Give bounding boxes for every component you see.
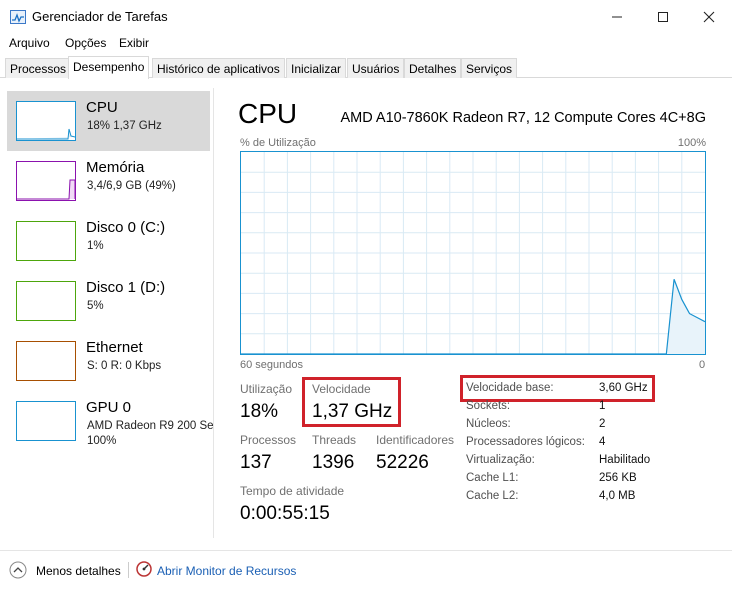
tab-desempenho[interactable]: Desempenho — [68, 56, 150, 79]
open-resource-monitor-link[interactable]: Abrir Monitor de Recursos — [157, 564, 296, 578]
memory-thumbnail-graph — [16, 161, 76, 201]
graph-time-label: 60 segundos — [240, 359, 303, 371]
sidebar-item-label: Disco 0 (C:) — [86, 219, 166, 236]
speed-value: 1,37 GHz — [312, 401, 393, 422]
info-value-logical-processors: 4 — [599, 436, 606, 448]
graph-min-label: 0 — [699, 359, 706, 371]
info-value-cache-l2: 4,0 MB — [599, 490, 636, 502]
graph-y-label: % de Utilização — [240, 137, 316, 149]
window-title: Gerenciador de Tarefas — [32, 9, 168, 24]
sidebar-item-label: Disco 1 (D:) — [86, 279, 166, 296]
cpu-usage-chart — [241, 152, 705, 354]
uptime-label: Tempo de atividade — [240, 484, 345, 498]
handles-label: Identificadores — [376, 433, 455, 447]
sidebar-item-gpu[interactable]: GPU 0 AMD Radeon R9 200 Ser 100% — [7, 391, 213, 451]
disk1-thumbnail-graph — [16, 281, 76, 321]
sidebar-item-detail: 18% 1,37 GHz — [87, 120, 162, 132]
info-label-cache-l2: Cache L2: — [466, 490, 519, 502]
sidebar-item-memoria[interactable]: Memória 3,4/6,9 GB (49%) — [7, 151, 210, 211]
info-value-sockets: 1 — [599, 400, 606, 412]
graph-max-label: 100% — [677, 137, 706, 149]
sidebar-item-detail: 5% — [87, 300, 104, 312]
menu-opcoes[interactable]: Opções — [65, 36, 106, 50]
gpu-thumbnail-graph — [16, 401, 76, 441]
utilization-label: Utilização — [240, 382, 293, 396]
info-label-base-speed: Velocidade base: — [466, 382, 554, 394]
processes-value: 137 — [240, 452, 272, 473]
sidebar-item-cpu[interactable]: CPU 18% 1,37 GHz — [7, 91, 210, 151]
cpu-thumbnail-graph — [16, 101, 76, 141]
sidebar-item-detail: AMD Radeon R9 200 Ser — [87, 420, 213, 432]
tab-usuarios[interactable]: Usuários — [347, 58, 405, 78]
sidebar-item-detail-2: 100% — [87, 435, 117, 447]
sidebar-item-label: Ethernet — [86, 339, 143, 356]
uptime-value: 0:00:55:15 — [240, 503, 330, 524]
sidebar-item-label: Memória — [86, 159, 145, 176]
tab-servicos[interactable]: Serviços — [461, 58, 518, 78]
sidebar-item-label: GPU 0 — [86, 399, 132, 416]
utilization-value: 18% — [240, 401, 279, 422]
info-value-cache-l1: 256 KB — [599, 472, 637, 484]
info-label-cores: Núcleos: — [466, 418, 511, 430]
sidebar-item-detail: S: 0 R: 0 Kbps — [87, 360, 162, 372]
sidebar-item-ethernet[interactable]: Ethernet S: 0 R: 0 Kbps — [7, 331, 210, 391]
close-button[interactable] — [686, 0, 732, 34]
page-title: CPU — [238, 98, 298, 129]
tab-historico-aplicativos[interactable]: Histórico de aplicativos — [152, 58, 285, 78]
title-bar: Gerenciador de Tarefas — [0, 0, 732, 34]
chevron-up-icon[interactable] — [9, 561, 27, 579]
minimize-button[interactable] — [594, 0, 640, 34]
maximize-button[interactable] — [640, 0, 686, 34]
sidebar-item-label: CPU — [86, 99, 118, 116]
ethernet-thumbnail-graph — [16, 341, 76, 381]
info-label-logical-processors: Processadores lógicos: — [466, 436, 585, 448]
sidebar-item-detail: 3,4/6,9 GB (49%) — [87, 180, 176, 192]
sidebar-item-detail: 1% — [87, 240, 104, 252]
speed-label: Velocidade — [312, 382, 371, 396]
tab-strip: Processos Desempenho Histórico de aplica… — [0, 56, 732, 79]
sidebar-item-disco-1[interactable]: Disco 1 (D:) 5% — [7, 271, 210, 331]
less-details-link[interactable]: Menos detalhes — [36, 564, 121, 578]
tab-inicializar[interactable]: Inicializar — [286, 58, 347, 78]
footer-bar: Menos detalhes Abrir Monitor de Recursos — [0, 550, 732, 592]
disk0-thumbnail-graph — [16, 221, 76, 261]
handles-value: 52226 — [376, 452, 429, 473]
info-label-virtualization: Virtualização: — [466, 454, 535, 466]
info-value-base-speed: 3,60 GHz — [599, 382, 648, 394]
threads-value: 1396 — [312, 452, 355, 473]
processes-label: Processos — [240, 433, 297, 447]
resource-monitor-icon — [136, 561, 152, 577]
cpu-usage-graph — [240, 151, 706, 355]
menu-exibir[interactable]: Exibir — [119, 36, 149, 50]
info-label-sockets: Sockets: — [466, 400, 511, 412]
sidebar-item-disco-0[interactable]: Disco 0 (C:) 1% — [7, 211, 210, 271]
menu-arquivo[interactable]: Arquivo — [9, 36, 50, 50]
info-value-virtualization: Habilitado — [599, 454, 651, 466]
footer-divider — [128, 562, 129, 578]
resource-sidebar: CPU 18% 1,37 GHz Memória 3,4/6,9 GB (49%… — [0, 88, 214, 538]
menu-bar: Arquivo Opções Exibir — [0, 34, 732, 54]
cpu-model-name: AMD A10-7860K Radeon R7, 12 Compute Core… — [340, 110, 706, 126]
tab-detalhes[interactable]: Detalhes — [404, 58, 462, 78]
close-icon — [703, 11, 715, 23]
minimize-icon — [612, 16, 622, 18]
task-manager-icon — [10, 10, 26, 24]
threads-label: Threads — [312, 433, 357, 447]
maximize-icon — [658, 12, 668, 22]
info-label-cache-l1: Cache L1: — [466, 472, 519, 484]
info-value-cores: 2 — [599, 418, 606, 430]
tab-processos[interactable]: Processos — [5, 58, 72, 78]
